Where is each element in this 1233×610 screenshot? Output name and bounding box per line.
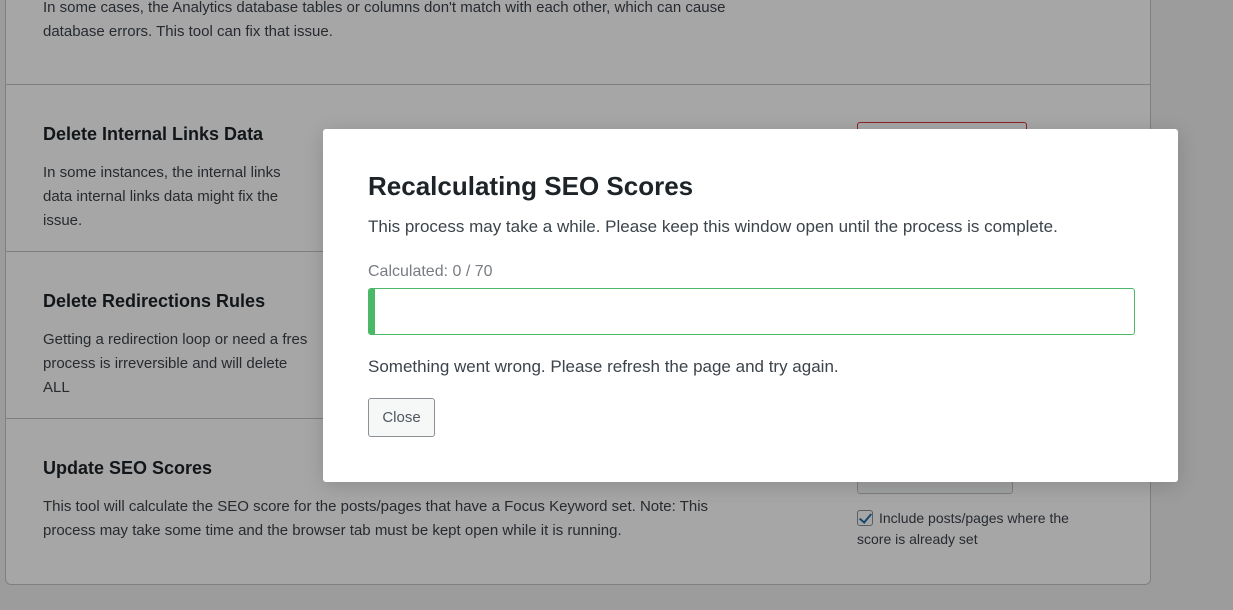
recalculating-modal: Recalculating SEO Scores This process ma… [323, 129, 1178, 482]
modal-title: Recalculating SEO Scores [368, 171, 694, 201]
error-message: Something went wrong. Please refresh the… [368, 357, 839, 376]
modal-description: This process may take a while. Please ke… [368, 217, 1058, 236]
tools-page: In some cases, the Analytics database ta… [0, 0, 1233, 610]
progress-bar-fill [369, 289, 376, 334]
close-button[interactable]: Close [368, 398, 435, 437]
calculated-count: Calculated: 0 / 70 [368, 263, 493, 280]
progress-bar [368, 288, 1135, 335]
